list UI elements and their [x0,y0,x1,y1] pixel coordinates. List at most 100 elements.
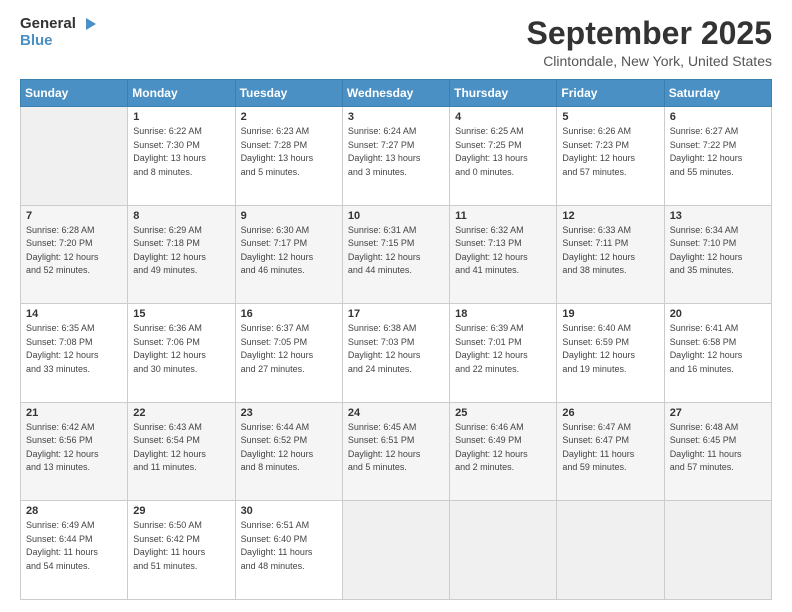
logo-chevron [82,16,98,32]
day-number: 6 [670,111,766,123]
day-number: 18 [455,308,551,320]
day-info: Sunrise: 6:44 AM Sunset: 6:52 PM Dayligh… [241,421,337,475]
calendar-cell: 9 Sunrise: 6:30 AM Sunset: 7:17 PM Daylig… [235,205,342,304]
day-number: 29 [133,505,229,517]
day-info: Sunrise: 6:40 AM Sunset: 6:59 PM Dayligh… [562,322,658,376]
day-number: 28 [26,505,122,517]
day-number: 3 [348,111,444,123]
calendar-cell: 1 Sunrise: 6:22 AM Sunset: 7:30 PM Daylig… [128,107,235,206]
day-info: Sunrise: 6:35 AM Sunset: 7:08 PM Dayligh… [26,322,122,376]
day-info: Sunrise: 6:22 AM Sunset: 7:30 PM Dayligh… [133,125,229,179]
header-saturday: Saturday [664,80,771,107]
day-info: Sunrise: 6:51 AM Sunset: 6:40 PM Dayligh… [241,519,337,573]
calendar-cell: 25 Sunrise: 6:46 AM Sunset: 6:49 PM Dayli… [450,402,557,501]
day-number: 21 [26,407,122,419]
title-section: September 2025 Clintondale, New York, Un… [527,16,772,69]
day-info: Sunrise: 6:41 AM Sunset: 6:58 PM Dayligh… [670,322,766,376]
day-number: 1 [133,111,229,123]
calendar-header: Sunday Monday Tuesday Wednesday Thursday… [21,80,772,107]
calendar-cell: 28 Sunrise: 6:49 AM Sunset: 6:44 PM Dayli… [21,501,128,600]
logo-blue: Blue [20,33,98,50]
calendar-cell: 17 Sunrise: 6:38 AM Sunset: 7:03 PM Dayli… [342,304,449,403]
day-number: 17 [348,308,444,320]
day-number: 22 [133,407,229,419]
calendar-body: 1 Sunrise: 6:22 AM Sunset: 7:30 PM Daylig… [21,107,772,600]
day-info: Sunrise: 6:46 AM Sunset: 6:49 PM Dayligh… [455,421,551,475]
day-info: Sunrise: 6:42 AM Sunset: 6:56 PM Dayligh… [26,421,122,475]
header-wednesday: Wednesday [342,80,449,107]
header-thursday: Thursday [450,80,557,107]
calendar-week-5: 28 Sunrise: 6:49 AM Sunset: 6:44 PM Dayli… [21,501,772,600]
calendar-cell [342,501,449,600]
day-number: 12 [562,210,658,222]
day-info: Sunrise: 6:34 AM Sunset: 7:10 PM Dayligh… [670,224,766,278]
calendar-cell: 8Sunrise: 6:29 AM Sunset: 7:18 PM Daylig… [128,205,235,304]
day-number: 27 [670,407,766,419]
day-info: Sunrise: 6:49 AM Sunset: 6:44 PM Dayligh… [26,519,122,573]
day-number: 30 [241,505,337,517]
day-info: Sunrise: 6:48 AM Sunset: 6:45 PM Dayligh… [670,421,766,475]
calendar-cell: 20 Sunrise: 6:41 AM Sunset: 6:58 PM Dayli… [664,304,771,403]
calendar-cell: 4Sunrise: 6:25 AM Sunset: 7:25 PM Daylig… [450,107,557,206]
calendar-cell: 13 Sunrise: 6:34 AM Sunset: 7:10 PM Dayli… [664,205,771,304]
calendar-week-2: 7Sunrise: 6:28 AM Sunset: 7:20 PM Daylig… [21,205,772,304]
calendar-cell: 7Sunrise: 6:28 AM Sunset: 7:20 PM Daylig… [21,205,128,304]
day-number: 4 [455,111,551,123]
day-number: 23 [241,407,337,419]
calendar-cell: 27 Sunrise: 6:48 AM Sunset: 6:45 PM Dayli… [664,402,771,501]
day-info: Sunrise: 6:29 AM Sunset: 7:18 PM Dayligh… [133,224,229,278]
calendar-table: Sunday Monday Tuesday Wednesday Thursday… [20,79,772,600]
calendar-cell [664,501,771,600]
calendar-cell: 23 Sunrise: 6:44 AM Sunset: 6:52 PM Dayli… [235,402,342,501]
calendar-cell: 16Sunrise: 6:37 AM Sunset: 7:05 PM Dayli… [235,304,342,403]
day-number: 25 [455,407,551,419]
calendar-cell: 22 Sunrise: 6:43 AM Sunset: 6:54 PM Dayli… [128,402,235,501]
day-number: 15 [133,308,229,320]
calendar-cell: 11 Sunrise: 6:32 AM Sunset: 7:13 PM Dayli… [450,205,557,304]
calendar-cell: 30 Sunrise: 6:51 AM Sunset: 6:40 PM Dayli… [235,501,342,600]
calendar-cell: 24Sunrise: 6:45 AM Sunset: 6:51 PM Dayli… [342,402,449,501]
calendar-week-1: 1 Sunrise: 6:22 AM Sunset: 7:30 PM Daylig… [21,107,772,206]
day-info: Sunrise: 6:38 AM Sunset: 7:03 PM Dayligh… [348,322,444,376]
header-sunday: Sunday [21,80,128,107]
day-info: Sunrise: 6:23 AM Sunset: 7:28 PM Dayligh… [241,125,337,179]
calendar-cell: 3 Sunrise: 6:24 AM Sunset: 7:27 PM Daylig… [342,107,449,206]
subtitle: Clintondale, New York, United States [527,53,772,69]
day-info: Sunrise: 6:50 AM Sunset: 6:42 PM Dayligh… [133,519,229,573]
day-info: Sunrise: 6:47 AM Sunset: 6:47 PM Dayligh… [562,421,658,475]
day-number: 5 [562,111,658,123]
calendar-cell: 19Sunrise: 6:40 AM Sunset: 6:59 PM Dayli… [557,304,664,403]
day-info: Sunrise: 6:30 AM Sunset: 7:17 PM Dayligh… [241,224,337,278]
day-number: 9 [241,210,337,222]
day-info: Sunrise: 6:28 AM Sunset: 7:20 PM Dayligh… [26,224,122,278]
day-info: Sunrise: 6:26 AM Sunset: 7:23 PM Dayligh… [562,125,658,179]
logo: General Blue [20,16,98,49]
header-monday: Monday [128,80,235,107]
calendar-cell [557,501,664,600]
day-number: 20 [670,308,766,320]
day-info: Sunrise: 6:27 AM Sunset: 7:22 PM Dayligh… [670,125,766,179]
day-number: 13 [670,210,766,222]
calendar-cell: 29 Sunrise: 6:50 AM Sunset: 6:42 PM Dayli… [128,501,235,600]
day-info: Sunrise: 6:37 AM Sunset: 7:05 PM Dayligh… [241,322,337,376]
day-number: 26 [562,407,658,419]
day-info: Sunrise: 6:36 AM Sunset: 7:06 PM Dayligh… [133,322,229,376]
header-row: Sunday Monday Tuesday Wednesday Thursday… [21,80,772,107]
top-section: General Blue September 2025 Clintondale,… [20,16,772,69]
day-info: Sunrise: 6:24 AM Sunset: 7:27 PM Dayligh… [348,125,444,179]
day-number: 11 [455,210,551,222]
day-info: Sunrise: 6:32 AM Sunset: 7:13 PM Dayligh… [455,224,551,278]
calendar-cell: 2Sunrise: 6:23 AM Sunset: 7:28 PM Daylig… [235,107,342,206]
day-number: 10 [348,210,444,222]
calendar-cell: 18 Sunrise: 6:39 AM Sunset: 7:01 PM Dayli… [450,304,557,403]
calendar-cell: 5 Sunrise: 6:26 AM Sunset: 7:23 PM Daylig… [557,107,664,206]
main-title: September 2025 [527,16,772,51]
calendar-cell: 12Sunrise: 6:33 AM Sunset: 7:11 PM Dayli… [557,205,664,304]
calendar-week-4: 21 Sunrise: 6:42 AM Sunset: 6:56 PM Dayli… [21,402,772,501]
day-number: 24 [348,407,444,419]
calendar-cell [450,501,557,600]
day-number: 14 [26,308,122,320]
calendar-cell: 15 Sunrise: 6:36 AM Sunset: 7:06 PM Dayli… [128,304,235,403]
day-info: Sunrise: 6:43 AM Sunset: 6:54 PM Dayligh… [133,421,229,475]
day-info: Sunrise: 6:39 AM Sunset: 7:01 PM Dayligh… [455,322,551,376]
